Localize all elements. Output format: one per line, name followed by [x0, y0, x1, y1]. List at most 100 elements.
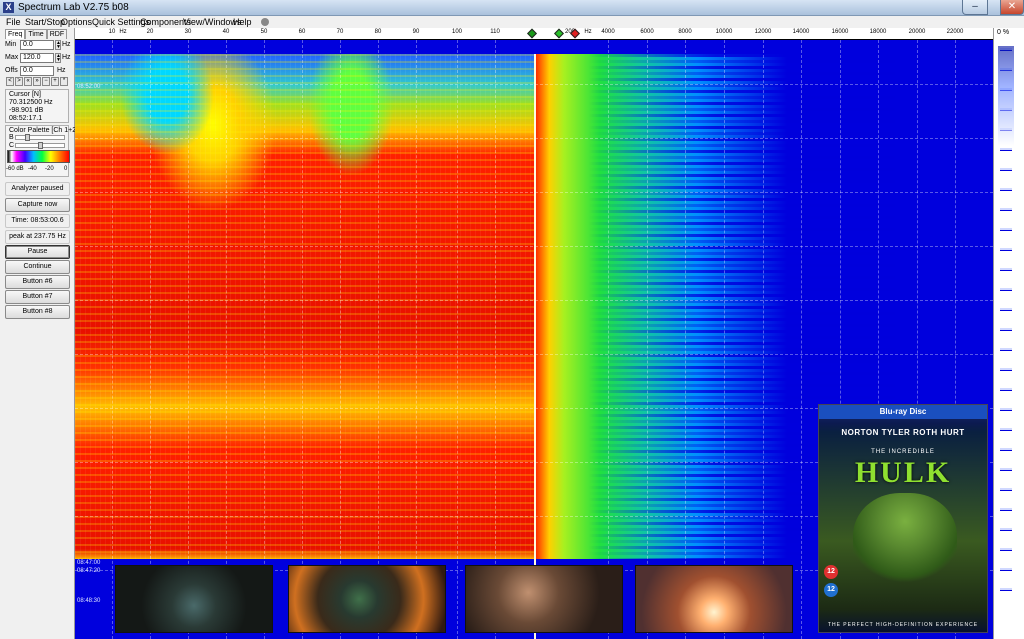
grid-line [340, 40, 341, 639]
movie-frame-thumbnail [115, 565, 273, 633]
grid-line [75, 84, 993, 85]
frequency-marker-green-icon[interactable] [527, 28, 537, 39]
frequency-scale[interactable]: Hz 10 20 30 40 50 60 70 80 90 100 110 20… [75, 28, 993, 40]
nav-far-left-button[interactable]: « [24, 77, 32, 86]
tick-20: 20 [146, 29, 154, 35]
tick-14000: 14000 [792, 29, 810, 35]
nav-far-right-button[interactable]: » [33, 77, 41, 86]
close-button[interactable]: ✕ [1000, 0, 1024, 15]
tick-6000: 6000 [640, 29, 654, 35]
minimize-button[interactable]: – [962, 0, 988, 15]
menu-help[interactable]: Help [233, 16, 252, 28]
button-7[interactable]: Button #7 [5, 290, 70, 304]
tab-freq[interactable]: Freq [5, 29, 26, 39]
max-spin-icon[interactable]: ▲ ▼ [55, 53, 61, 63]
tick-40: 40 [222, 29, 230, 35]
grid-line [457, 40, 458, 639]
bluray-cast: NORTON TYLER ROTH HURT [841, 428, 965, 437]
level-meter-label: 0 % [997, 29, 1010, 36]
control-panel: Freq Time RDF Min 0.0 ▲ ▼ Hz Max 120.0 ▲ ▼ H… [0, 28, 79, 639]
brightness-label: B [9, 134, 14, 141]
tick-20000: 20000 [908, 29, 926, 35]
bluray-tagline: THE INCREDIBLE [871, 449, 935, 455]
tick-22000: 22000 [946, 29, 964, 35]
bluray-footer: THE PERFECT HIGH-DEFINITION EXPERIENCE [827, 622, 979, 628]
scale-hz-right-label: Hz [584, 29, 592, 35]
min-frequency-field[interactable]: 0.0 [20, 40, 54, 50]
tick-12000: 12000 [754, 29, 772, 35]
tick-8000: 8000 [678, 29, 692, 35]
max-unit: Hz [62, 54, 71, 61]
grid-line [724, 40, 725, 639]
cursor-info-box: Cursor [N] 70.312500 Hz -98.901 dB 08:52… [5, 89, 69, 123]
tick-90: 90 [412, 29, 420, 35]
nav-left-button[interactable]: < [6, 77, 14, 86]
offset-field[interactable]: 0.0 [20, 66, 54, 76]
grid-line [75, 246, 993, 247]
capture-now-button[interactable]: Capture now [5, 198, 70, 212]
palette-scale-1: -40 [28, 166, 37, 172]
frequency-marker-red-icon[interactable] [570, 28, 580, 39]
bluray-cover-image: Blu-ray Disc NORTON TYLER ROTH HURT THE … [818, 404, 988, 633]
grid-line [801, 40, 802, 639]
menu-bar: File Start/Stop Options Quick Settings C… [0, 16, 1024, 28]
palette-header: Color Palette [Ch 1+2] [9, 127, 79, 134]
tick-80: 80 [374, 29, 382, 35]
time-label: 08:52:00 [77, 84, 101, 90]
level-meter-panel: 0 % [993, 28, 1024, 639]
cursor-time: 08:52:17.1 [9, 115, 43, 122]
zoom-out-button[interactable]: − [42, 77, 50, 86]
tick-110: 110 [490, 29, 500, 35]
bluray-title: HULK [854, 456, 952, 489]
tick-50: 50 [260, 29, 268, 35]
tab-rdf[interactable]: RDF [46, 29, 68, 39]
brightness-slider[interactable] [15, 134, 65, 141]
cursor-level: -98.901 dB [9, 107, 44, 114]
multiply-button[interactable]: * [60, 77, 68, 86]
tick-100: 100 [451, 29, 463, 35]
menu-options[interactable]: Options [61, 16, 92, 28]
time-label: 08:47:20 [77, 568, 101, 574]
grid-line [226, 40, 227, 639]
nav-right-button[interactable]: > [15, 77, 23, 86]
grid-line [302, 40, 303, 639]
time-label: 08:47:00 [77, 560, 101, 566]
contrast-slider[interactable] [15, 142, 65, 149]
peak-display: peak at 237.75 Hz [5, 230, 70, 244]
bluray-brand: Blu-ray Disc [819, 405, 987, 419]
color-palette-bar [7, 150, 70, 163]
tick-10: 10 [108, 29, 116, 35]
menu-file[interactable]: File [6, 16, 21, 28]
scale-hz-label: Hz [119, 29, 127, 35]
min-unit: Hz [62, 41, 71, 48]
max-frequency-field[interactable]: 120.0 [20, 53, 54, 63]
waterfall-low-frequency-band [75, 54, 535, 559]
grid-line [416, 40, 417, 639]
contrast-knob[interactable] [38, 142, 43, 149]
tab-time[interactable]: Time [25, 29, 47, 39]
pause-button[interactable]: Pause [5, 245, 70, 259]
grid-line [75, 300, 993, 301]
tick-60: 60 [298, 29, 306, 35]
min-spin-icon[interactable]: ▲ ▼ [55, 40, 61, 50]
cursor-frequency: 70.312500 Hz [9, 99, 53, 106]
title-bar: X Spectrum Lab V2.75 b08 – □ ✕ [0, 0, 1024, 16]
tick-70: 70 [336, 29, 344, 35]
min-label: Min [5, 41, 17, 48]
brightness-knob[interactable] [24, 134, 30, 141]
window-title: Spectrum Lab V2.75 b08 [18, 2, 129, 13]
zoom-in-button[interactable]: + [51, 77, 59, 86]
palette-scale-3: 0 [64, 166, 68, 172]
analyzer-status: Analyzer paused [5, 182, 70, 196]
continue-button[interactable]: Continue [5, 260, 70, 274]
grid-line [150, 40, 151, 639]
menu-start-stop[interactable]: Start/Stop [25, 16, 65, 28]
offs-label: Offs [5, 67, 18, 74]
button-8[interactable]: Button #8 [5, 305, 70, 319]
offs-unit: Hz [57, 67, 66, 74]
button-6[interactable]: Button #6 [5, 275, 70, 289]
app-icon[interactable]: X [3, 2, 14, 13]
time-display: Time: 08:53:00.6 [5, 214, 70, 228]
frequency-marker-lightgreen-icon[interactable] [554, 28, 564, 39]
grid-line [378, 40, 379, 639]
